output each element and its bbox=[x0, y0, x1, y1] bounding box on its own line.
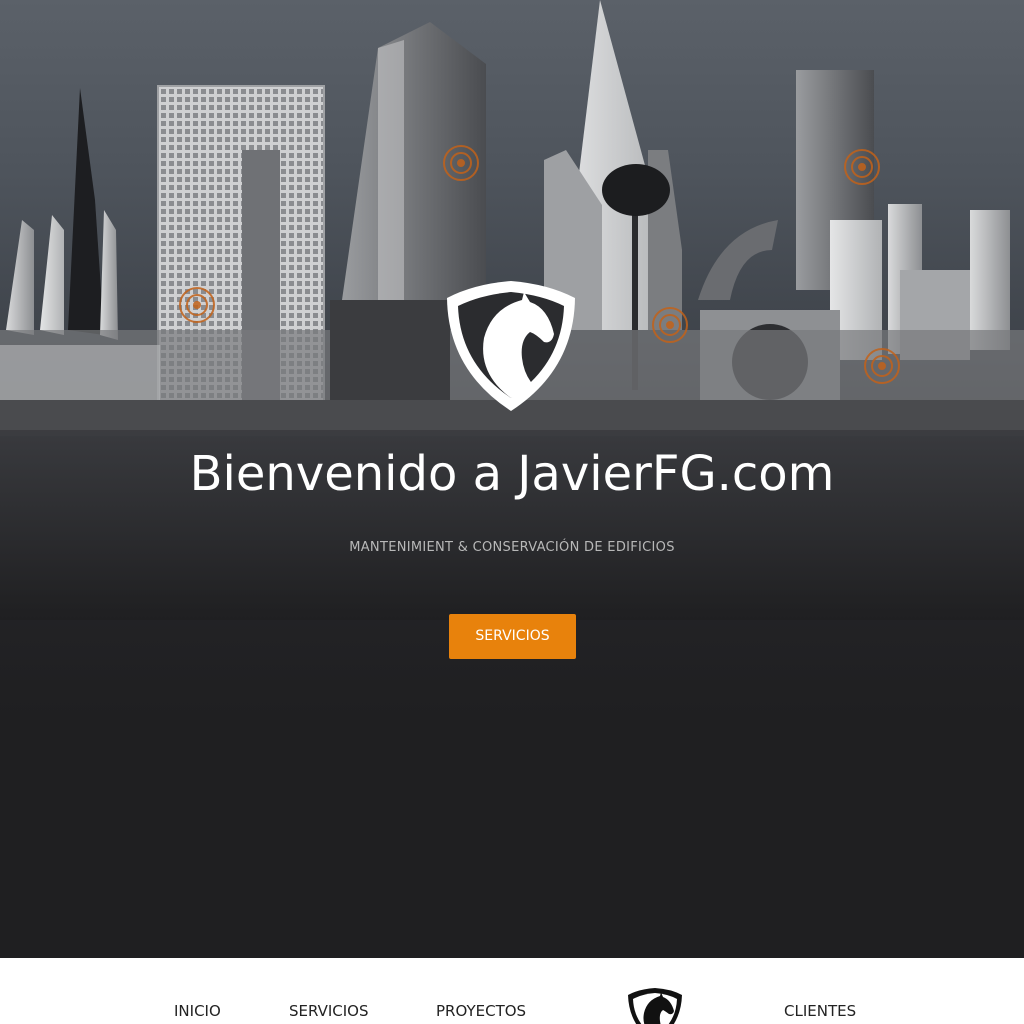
hero-section: Bienvenido a JavierFG.com MANTENIMIENT &… bbox=[0, 0, 1024, 958]
servicios-button[interactable]: SERVICIOS bbox=[449, 614, 576, 659]
horse-shield-logo-icon bbox=[447, 281, 575, 411]
nav-item-servicios[interactable]: SERVICIOS bbox=[289, 1002, 369, 1020]
page-title: Bienvenido a JavierFG.com bbox=[189, 446, 835, 502]
page-subtitle: MANTENIMIENT & CONSERVACIÓN DE EDIFICIOS bbox=[349, 540, 675, 555]
nav-item-inicio[interactable]: INICIO bbox=[174, 1002, 221, 1020]
horse-shield-logo-icon[interactable] bbox=[626, 986, 684, 1024]
main-navigation: INICIO SERVICIOS PROYECTOS CLIENTES bbox=[0, 958, 1024, 1024]
nav-item-clientes[interactable]: CLIENTES bbox=[784, 1002, 856, 1020]
nav-item-proyectos[interactable]: PROYECTOS bbox=[436, 1002, 526, 1020]
